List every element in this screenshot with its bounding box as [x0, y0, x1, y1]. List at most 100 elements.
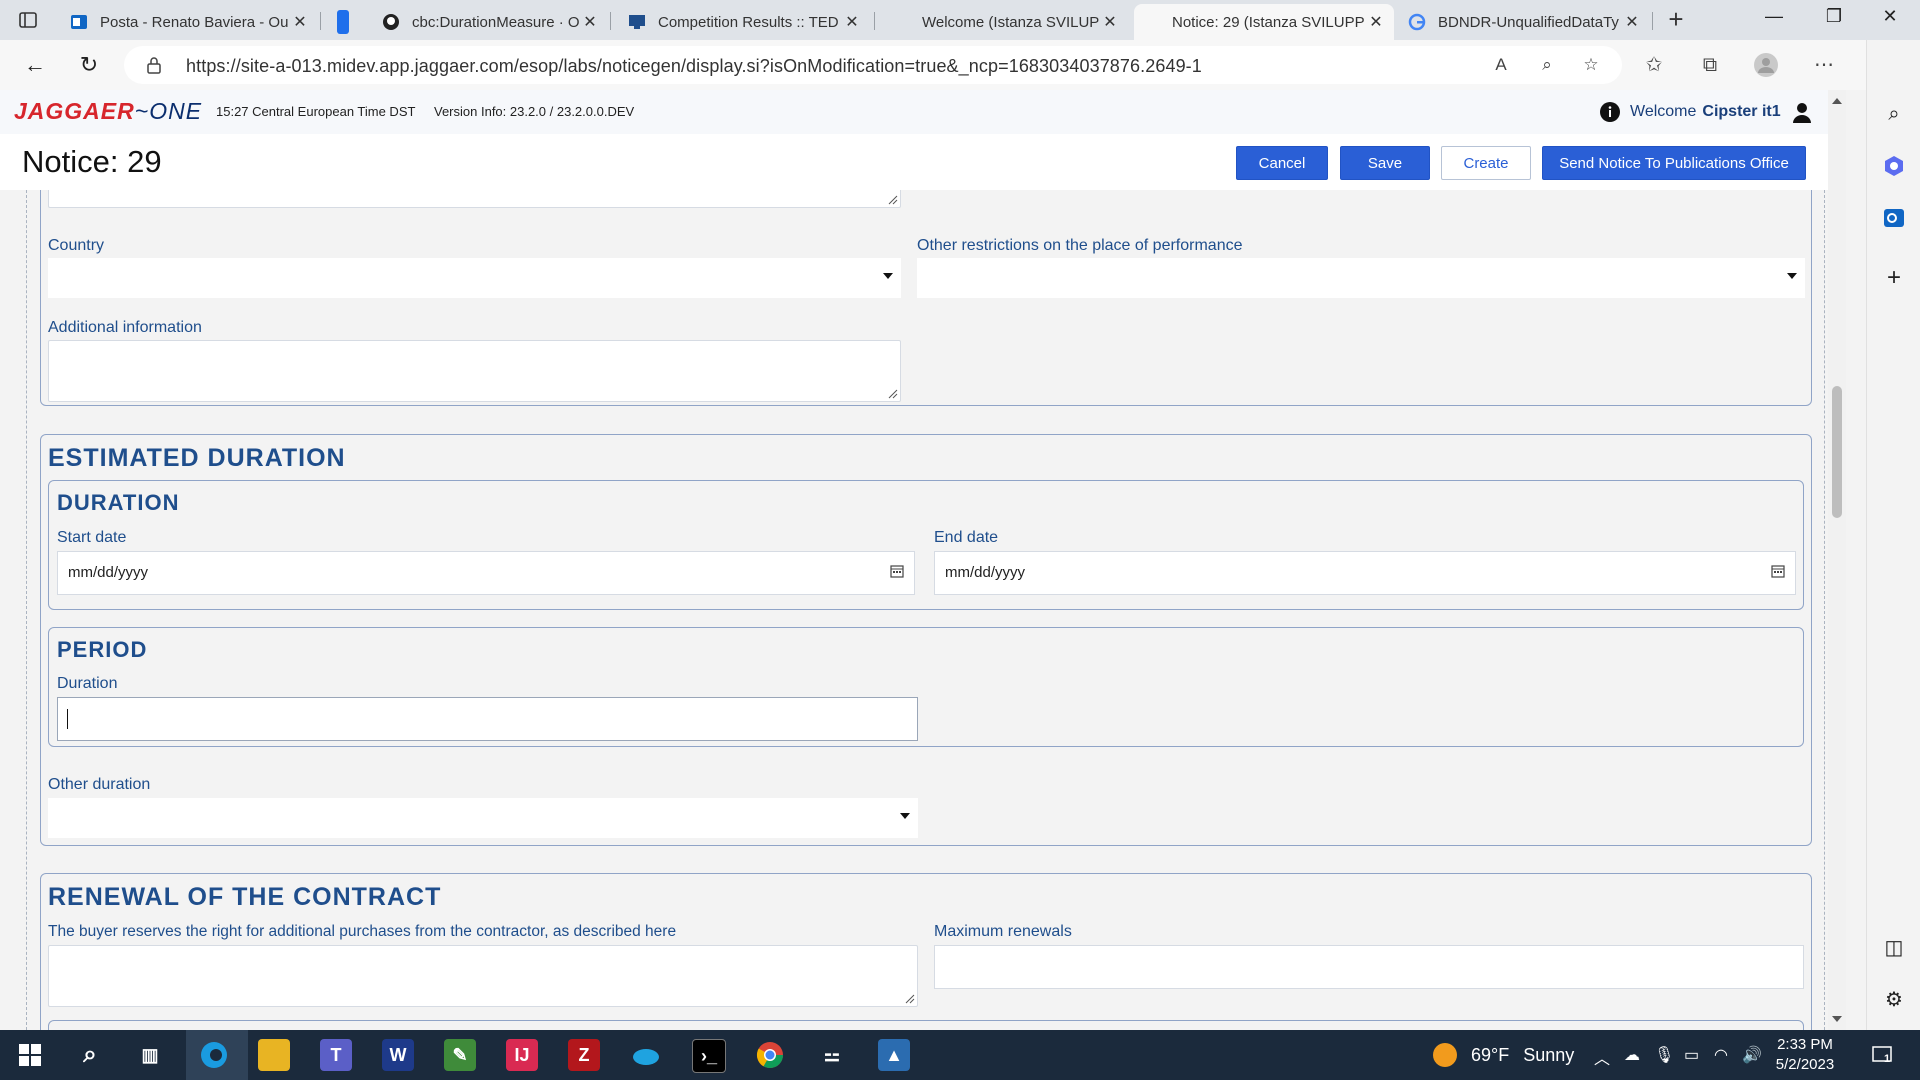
welcome-area: Welcome Cipster it1: [1600, 101, 1813, 123]
calendar-icon[interactable]: [1771, 564, 1785, 578]
microphone-icon[interactable]: 🎙: [1654, 1045, 1674, 1065]
browser-tab-bdndr[interactable]: BDNDR-UnqualifiedDataTy ✕: [1400, 4, 1650, 40]
zoom-icon[interactable]: ⌕: [1536, 54, 1558, 76]
page-icon: [1142, 13, 1160, 31]
address-bar[interactable]: https://site-a-013.midev.app.jaggaer.com…: [124, 46, 1622, 84]
maximum-renewals-input[interactable]: [934, 945, 1804, 989]
onedrive-icon[interactable]: ☁: [1624, 1045, 1640, 1065]
browser-tab-welcome[interactable]: Welcome (Istanza SVILUPP ✕: [884, 4, 1128, 40]
end-date-input[interactable]: mm/dd/yyyy: [934, 551, 1796, 595]
browser-tab-ted[interactable]: Competition Results :: TED ✕: [620, 4, 870, 40]
address-textarea[interactable]: [48, 190, 901, 208]
resize-handle-icon[interactable]: [905, 994, 915, 1004]
battery-icon[interactable]: ▭: [1684, 1045, 1699, 1065]
browser-tab-notice[interactable]: Notice: 29 (Istanza SVILUPP ✕: [1134, 4, 1394, 40]
collections-icon[interactable]: ⧉: [1696, 52, 1724, 78]
browser-tab-posta[interactable]: Posta - Renato Baviera - Ou ✕: [62, 4, 318, 40]
minimize-icon[interactable]: —: [1754, 6, 1794, 34]
resize-handle-icon[interactable]: [888, 195, 898, 205]
url-text[interactable]: https://site-a-013.midev.app.jaggaer.com…: [186, 56, 1202, 77]
text-cursor: [67, 709, 68, 729]
edge-icon[interactable]: [198, 1039, 230, 1071]
create-button[interactable]: Create: [1441, 146, 1531, 180]
notifications-icon[interactable]: 1: [1866, 1039, 1898, 1071]
refresh-icon[interactable]: ↻: [76, 52, 102, 78]
estimated-duration-heading: ESTIMATED DURATION: [48, 444, 346, 472]
tab-label: Notice: 29 (Istanza SVILUPP: [1172, 13, 1365, 31]
close-tab-icon[interactable]: ✕: [290, 12, 310, 32]
close-tab-icon[interactable]: ✕: [1366, 12, 1386, 32]
close-window-icon[interactable]: ✕: [1870, 6, 1910, 34]
scrollbar-thumb[interactable]: [1832, 386, 1842, 518]
divider: [26, 190, 27, 1030]
duration-input[interactable]: [57, 697, 918, 741]
tab-group-marker: [334, 10, 352, 34]
filezilla-icon[interactable]: Z: [568, 1039, 600, 1071]
close-tab-icon[interactable]: ✕: [580, 12, 600, 32]
save-button[interactable]: Save: [1340, 146, 1430, 180]
outlook-sidebar-icon[interactable]: [1880, 206, 1908, 234]
clock-time: 2:33 PM: [1777, 1036, 1833, 1053]
wifi-icon[interactable]: ◠: [1714, 1045, 1728, 1065]
close-tab-icon[interactable]: ✕: [842, 12, 862, 32]
terminal-icon[interactable]: ›_: [692, 1039, 726, 1073]
send-notice-button[interactable]: Send Notice To Publications Office: [1542, 146, 1806, 180]
tab-actions-icon[interactable]: [18, 10, 38, 30]
search-icon[interactable]: ⌕: [1880, 100, 1908, 128]
add-sidebar-icon[interactable]: +: [1880, 264, 1908, 292]
close-tab-icon[interactable]: ✕: [1622, 12, 1642, 32]
browser-toolbar: ← ↻ https://site-a-013.midev.app.jaggaer…: [0, 40, 1920, 90]
discover-icon[interactable]: [1880, 154, 1908, 182]
more-options-icon[interactable]: ⋯: [1810, 52, 1838, 78]
tab-separator: [320, 12, 321, 30]
weather-widget[interactable]: 69°F Sunny: [1433, 1043, 1574, 1067]
volume-icon[interactable]: 🔊: [1742, 1045, 1762, 1065]
add-favorite-icon[interactable]: ☆: [1580, 54, 1602, 76]
sidebar-toggle-icon[interactable]: ◫: [1880, 934, 1908, 962]
additional-information-textarea[interactable]: [48, 340, 901, 402]
taskbar-clock[interactable]: 2:33 PM 5/2/2023: [1770, 1035, 1840, 1075]
search-icon[interactable]: ⌕: [74, 1039, 106, 1071]
restore-icon[interactable]: ❐: [1814, 6, 1854, 34]
profile-icon[interactable]: [1752, 52, 1780, 78]
back-icon[interactable]: ←: [22, 52, 48, 78]
start-date-label: Start date: [57, 529, 127, 546]
other-duration-select[interactable]: [48, 798, 918, 838]
read-aloud-icon[interactable]: A: [1490, 54, 1512, 76]
lock-icon[interactable]: [146, 56, 162, 74]
teams-icon[interactable]: T: [320, 1039, 352, 1071]
info-icon[interactable]: [1600, 102, 1620, 122]
cloud-app-icon[interactable]: [630, 1039, 662, 1071]
notepad-plus-icon[interactable]: ✎: [444, 1039, 476, 1071]
notice-form: Country Other restrictions on the place …: [0, 190, 1828, 1030]
maximum-renewals-label: Maximum renewals: [934, 923, 1072, 940]
user-icon[interactable]: [1791, 101, 1813, 123]
country-select[interactable]: [48, 258, 901, 298]
browser-tab-github[interactable]: cbc:DurationMeasure · OP- ✕: [326, 4, 608, 40]
new-tab-icon[interactable]: +: [1664, 6, 1688, 32]
paint-app-icon[interactable]: ▲: [878, 1039, 910, 1071]
chevron-down-icon: [1787, 273, 1797, 279]
chevron-down-icon: [900, 813, 910, 819]
other-restrictions-select[interactable]: [917, 258, 1805, 298]
resize-handle-icon[interactable]: [888, 389, 898, 399]
settings-gear-icon[interactable]: ⚙: [1880, 986, 1908, 1014]
page-scrollbar[interactable]: [1828, 90, 1846, 1030]
scroll-down-icon[interactable]: [1832, 1016, 1842, 1022]
calendar-icon[interactable]: [890, 564, 904, 578]
file-explorer-icon[interactable]: [258, 1039, 290, 1071]
task-view-icon[interactable]: ▥: [134, 1039, 166, 1071]
webex-icon[interactable]: W: [382, 1039, 414, 1071]
additional-purchases-textarea[interactable]: [48, 945, 918, 1007]
windows-start-icon[interactable]: [14, 1039, 46, 1071]
show-hidden-icons-icon[interactable]: ︿: [1594, 1045, 1610, 1069]
user-name[interactable]: Cipster it1: [1702, 103, 1780, 121]
close-tab-icon[interactable]: ✕: [1100, 12, 1120, 32]
cancel-button[interactable]: Cancel: [1236, 146, 1328, 180]
intellij-icon[interactable]: IJ: [506, 1039, 538, 1071]
start-date-input[interactable]: mm/dd/yyyy: [57, 551, 915, 595]
scroll-up-icon[interactable]: [1832, 98, 1842, 104]
favorites-icon[interactable]: ✩: [1640, 52, 1668, 78]
network-app-icon[interactable]: ⚍: [816, 1039, 848, 1071]
chrome-icon[interactable]: [754, 1039, 786, 1071]
